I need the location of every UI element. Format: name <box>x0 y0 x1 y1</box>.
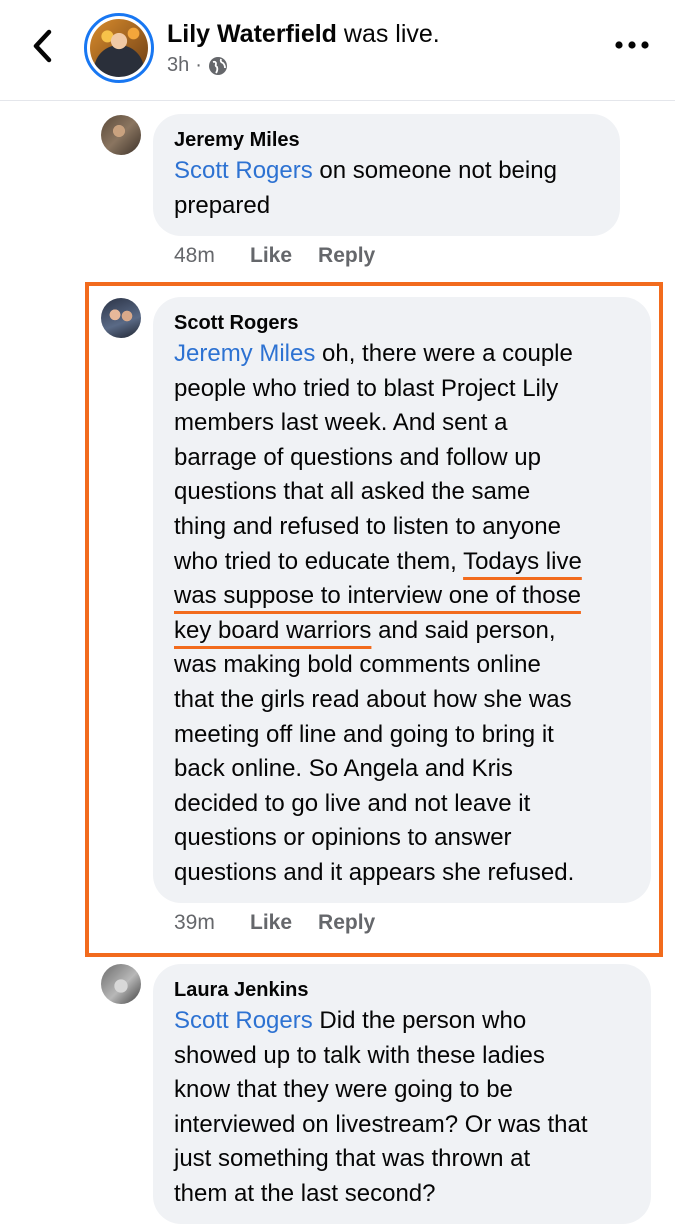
comment-author[interactable]: Jeremy Miles <box>174 126 600 154</box>
mention-link[interactable]: Jeremy Miles <box>174 340 315 367</box>
post-time[interactable]: 3h <box>167 54 189 77</box>
underlined-text: was suppose to interview one of those <box>174 582 581 610</box>
host-avatar[interactable] <box>84 13 154 83</box>
meta-separator: · <box>195 54 202 76</box>
comment-author[interactable]: Scott Rogers <box>174 309 631 337</box>
comment-bubble: Jeremy Miles Scott Rogers on someone not… <box>153 114 620 236</box>
comment-actions: 39m Like Reply <box>174 911 401 935</box>
avatar-laura-jenkins[interactable] <box>101 964 141 1004</box>
comment-bubble: Laura Jenkins Scott Rogers Did the perso… <box>153 964 651 1224</box>
comment-time[interactable]: 48m <box>174 244 250 268</box>
post-header: Lily Waterfield was live. 3h · <box>0 0 675 101</box>
comment-author[interactable]: Laura Jenkins <box>174 976 631 1004</box>
mention-link[interactable]: Scott Rogers <box>174 1007 313 1034</box>
like-button[interactable]: Like <box>250 244 292 268</box>
comment-text: Jeremy Miles oh, there were a couple peo… <box>174 340 582 886</box>
post-meta: 3h · <box>167 54 228 77</box>
comment-text: Scott Rogers Did the person who showed u… <box>174 1007 588 1207</box>
like-button[interactable]: Like <box>250 911 292 935</box>
mention-link[interactable]: Scott Rogers <box>174 157 313 184</box>
avatar-scott-rogers[interactable] <box>101 298 141 338</box>
chevron-left-icon <box>33 29 52 63</box>
comment-time[interactable]: 39m <box>174 911 250 935</box>
comment-actions: 48m Like Reply <box>174 244 401 268</box>
comment-text: Scott Rogers on someone not being prepar… <box>174 157 557 219</box>
reply-button[interactable]: Reply <box>318 911 375 935</box>
live-status: was live. <box>336 20 440 48</box>
more-options-button[interactable] <box>612 33 652 57</box>
post-title: Lily Waterfield was live. <box>167 20 440 49</box>
underlined-text: key board warriors <box>174 616 372 644</box>
back-button[interactable] <box>22 26 62 66</box>
avatar-jeremy-miles[interactable] <box>101 115 141 155</box>
globe-icon <box>208 56 227 75</box>
host-name[interactable]: Lily Waterfield <box>167 20 337 48</box>
underlined-text: Todays live <box>463 547 582 575</box>
comment-bubble: Scott Rogers Jeremy Miles oh, there were… <box>153 297 651 903</box>
reply-button[interactable]: Reply <box>318 244 375 268</box>
more-horizontal-icon <box>615 41 649 49</box>
